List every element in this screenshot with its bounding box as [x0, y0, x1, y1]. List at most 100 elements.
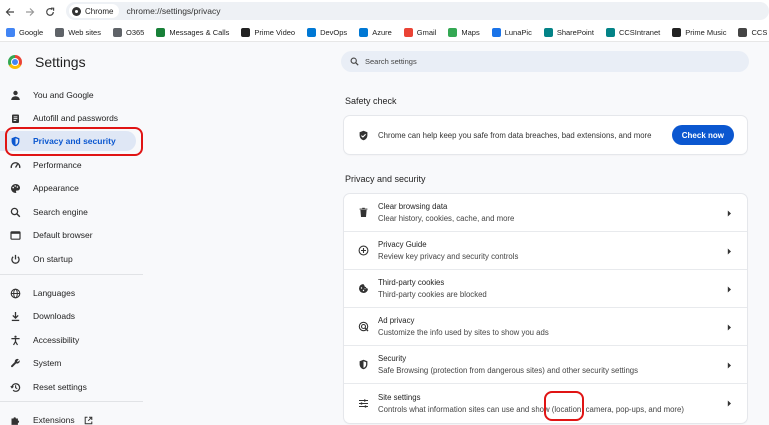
safety-check-heading: Safety check [345, 96, 397, 106]
row-description: Safe Browsing (protection from dangerous… [378, 366, 639, 375]
download-icon [11, 311, 19, 321]
bookmark-label: Gmail [416, 27, 437, 37]
bookmark-o365[interactable]: O365 [112, 27, 145, 37]
maps-icon [448, 27, 458, 37]
bookmark-prime-video[interactable]: Prime Video [241, 27, 296, 37]
highlight-ring-location [544, 391, 584, 421]
bookmark-label: Google [19, 27, 44, 37]
row-security[interactable]: Security Safe Browsing (protection from … [344, 346, 747, 384]
bookmark-label: O365 [125, 27, 145, 37]
bookmark-prime-music[interactable]: Prime Music [672, 27, 726, 37]
power-icon [10, 254, 20, 264]
open-external-icon [84, 416, 92, 424]
bookmark-lunapic[interactable]: LunaPic [491, 27, 532, 37]
row-description: Controls what information sites can use … [378, 404, 684, 414]
row-third-party-cookies[interactable]: Third-party cookies Third-party cookies … [344, 270, 747, 308]
google-icon [6, 27, 15, 37]
browser-icon [9, 230, 21, 240]
sidebar-item-label: You and Google [33, 90, 94, 100]
row-title: Site settings [378, 392, 421, 402]
chevron-right-icon [727, 324, 731, 330]
bookmark-devops[interactable]: DevOps [307, 27, 347, 37]
history-icon [9, 382, 20, 392]
compass-icon [358, 245, 368, 256]
row-description: Customize the info used by sites to show… [378, 328, 549, 337]
sidebar-item-autofill[interactable]: Autofill and passwords [0, 108, 150, 128]
bookmark-maps[interactable]: Maps [448, 27, 480, 37]
check-now-button[interactable]: Check now [671, 125, 734, 145]
bookmarks-bar: Google Web sites O365 Messages & Calls Prime… [0, 23, 769, 42]
bookmark-gmail[interactable]: Gmail [403, 27, 437, 37]
row-title: Security [378, 354, 407, 363]
speedometer-icon [10, 161, 20, 168]
row-privacy-guide[interactable]: Privacy Guide Review key privacy and sec… [344, 232, 747, 270]
sidebar-item-accessibility[interactable]: Accessibility [0, 330, 150, 350]
sidebar-item-system[interactable]: System [0, 353, 150, 373]
settings-brand: Settings [8, 54, 86, 70]
bookmark-label: Messages & Calls [169, 27, 230, 37]
sidebar-item-search-engine[interactable]: Search engine [0, 202, 150, 222]
address-bar[interactable]: Chrome chrome://settings/privacy [66, 2, 769, 20]
row-title: Ad privacy [378, 316, 415, 325]
forward-button[interactable] [20, 2, 40, 22]
lunapic-icon [491, 27, 501, 37]
shield-check-icon [359, 130, 367, 140]
url-text[interactable]: chrome://settings/privacy [126, 6, 220, 16]
privacy-security-card: Clear browsing data Clear history, cooki… [344, 194, 747, 423]
forward-arrow-icon [26, 7, 35, 16]
chevron-right-icon [727, 400, 731, 406]
search-input[interactable]: Search settings [365, 57, 417, 66]
folder-icon [55, 27, 65, 37]
sidebar-item-default-browser[interactable]: Default browser [0, 225, 150, 245]
bookmark-azure[interactable]: Azure [359, 27, 392, 37]
bookmark-label: CCS Management [751, 27, 769, 37]
sidebar-item-reset-settings[interactable]: Reset settings [0, 377, 150, 397]
reload-button[interactable] [40, 2, 60, 22]
highlight-ring-privacy [5, 127, 143, 156]
folder-icon [112, 27, 122, 37]
bookmark-web-sites[interactable]: Web sites [55, 27, 101, 37]
security-icon [359, 359, 367, 370]
sidebar-divider [0, 401, 143, 402]
sidebar-item-languages[interactable]: Languages [0, 283, 150, 303]
chrome-logo-icon [8, 55, 22, 69]
puzzle-icon [11, 416, 19, 425]
wrench-icon [10, 358, 20, 367]
privacy-security-heading: Privacy and security [345, 174, 426, 184]
chevron-right-icon [727, 248, 731, 254]
chip-label: Chrome [85, 6, 114, 16]
ad-privacy-icon [358, 321, 368, 332]
accessibility-icon [10, 335, 20, 345]
site-info-chip[interactable]: Chrome [69, 4, 120, 18]
row-clear-browsing-data[interactable]: Clear browsing data Clear history, cooki… [344, 194, 747, 232]
devops-icon [307, 27, 317, 37]
sidebar-item-extensions[interactable]: Extensions [0, 410, 150, 425]
sidebar-item-on-startup[interactable]: On startup [0, 249, 150, 269]
bookmark-label: CCSIntranet [618, 27, 661, 37]
sharepoint-icon [543, 27, 553, 37]
sidebar-item-label: Languages [33, 288, 76, 298]
bookmark-messages-calls[interactable]: Messages & Calls [156, 27, 230, 37]
amazon-icon [241, 27, 251, 37]
settings-search[interactable]: Search settings [341, 51, 749, 72]
bookmark-label: Maps [461, 27, 480, 37]
back-button[interactable] [0, 2, 20, 22]
sidebar-item-appearance[interactable]: Appearance [0, 178, 150, 198]
search-icon [10, 207, 20, 217]
sidebar-item-you-and-google[interactable]: You and Google [0, 85, 150, 105]
chevron-right-icon [727, 286, 731, 292]
safety-check-text: Chrome can help keep you safe from data … [378, 130, 652, 140]
sidebar-item-performance[interactable]: Performance [0, 155, 150, 175]
bookmark-ccsintranet[interactable]: CCSIntranet [605, 27, 661, 37]
bookmark-label: Prime Video [254, 27, 296, 37]
sidebar-item-label: Appearance [33, 183, 79, 193]
amazon-icon [672, 27, 682, 37]
bookmark-ccs-management[interactable]: CCS Management [738, 27, 769, 37]
sidebar-divider [0, 274, 143, 275]
sidebar-item-downloads[interactable]: Downloads [0, 306, 150, 326]
row-ad-privacy[interactable]: Ad privacy Customize the info used by si… [344, 308, 747, 346]
bookmark-google[interactable]: Google [6, 27, 44, 37]
trash-icon [359, 207, 367, 217]
bookmark-sharepoint[interactable]: SharePoint [543, 27, 594, 37]
row-description: Clear history, cookies, cache, and more [378, 214, 515, 223]
